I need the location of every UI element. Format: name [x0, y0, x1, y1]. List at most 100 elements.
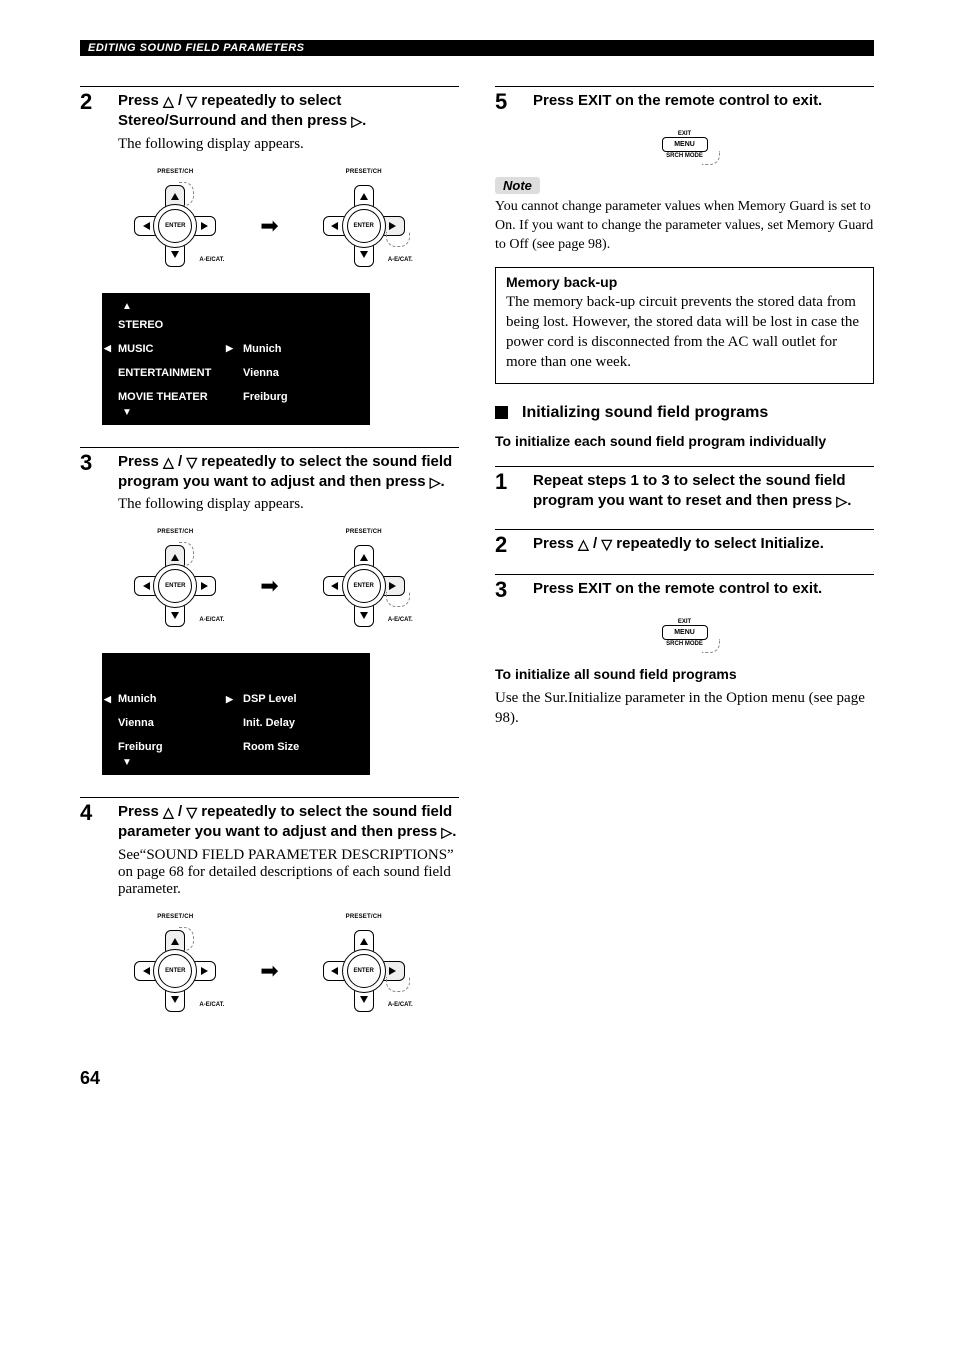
- note-text: You cannot change parameter values when …: [495, 198, 874, 255]
- left-column: 2 Press △ / ▽ repeatedly to select Stere…: [80, 86, 459, 1038]
- osd-item: STEREO: [118, 319, 163, 331]
- two-column-layout: 2 Press △ / ▽ repeatedly to select Stere…: [80, 86, 874, 1038]
- rule: [495, 466, 874, 467]
- up-triangle-icon: △: [163, 805, 174, 819]
- remote-br-label: A-E/CAT.: [388, 1002, 413, 1008]
- step-4-instruction: Press △ / ▽ repeatedly to select the sou…: [118, 802, 459, 843]
- osd-item: Room Size: [243, 741, 299, 753]
- remote-dpad-right-highlight: PRESET/CH ENTER A-E/CAT.: [309, 171, 419, 281]
- osd-item: Init. Delay: [243, 717, 295, 729]
- down-triangle-icon: ▽: [186, 94, 197, 108]
- rule: [495, 86, 874, 87]
- right-triangle-icon: ▷: [441, 825, 452, 839]
- rule: [495, 574, 874, 575]
- init-all-body: Use the Sur.Initialize parameter in the …: [495, 688, 874, 729]
- text: Press: [118, 803, 163, 820]
- up-triangle-icon: △: [578, 537, 589, 551]
- menu-button: MENU: [662, 625, 708, 640]
- osd-item: ENTERTAINMENT: [118, 367, 211, 379]
- osd-item-selected: MUSIC: [118, 343, 153, 355]
- right-triangle-icon: ▷: [351, 114, 362, 128]
- dpad-enter-button: ENTER: [342, 564, 386, 608]
- text: /: [589, 535, 602, 552]
- text: Repeat steps 1 to 3 to select the sound …: [533, 472, 846, 509]
- text: .: [847, 492, 851, 509]
- text: .: [362, 112, 366, 129]
- osd-item: Vienna: [243, 367, 279, 379]
- menu-button-srch-label: SRCH MODE: [662, 153, 708, 159]
- remote-top-label: PRESET/CH: [346, 914, 382, 920]
- memory-backup-body: The memory back-up circuit prevents the …: [506, 292, 863, 373]
- remote-top-label: PRESET/CH: [346, 169, 382, 175]
- manual-page: EDITING SOUND FIELD PARAMETERS 2 Press △…: [0, 0, 954, 1119]
- init-step-3: 3 Press EXIT on the remote control to ex…: [495, 579, 874, 601]
- remote-illustration-row: PRESET/CH ENTER A-E/CAT. ➡ PRESET/CH: [80, 916, 459, 1026]
- right-column: 5 Press EXIT on the remote control to ex…: [495, 86, 874, 1038]
- osd-screen-step3: ◀ Munich ▶ DSP Level Vienna Init. Delay …: [102, 653, 370, 775]
- remote-br-label: A-E/CAT.: [388, 617, 413, 623]
- init-step-3-instruction: Press EXIT on the remote control to exit…: [533, 579, 874, 599]
- arrow-right-icon: ➡: [260, 958, 278, 984]
- init-step-2-instruction: Press △ / ▽ repeatedly to select Initial…: [533, 534, 874, 554]
- remote-br-label: A-E/CAT.: [199, 617, 224, 623]
- text: Press: [118, 453, 163, 470]
- init-step-1: 1 Repeat steps 1 to 3 to select the soun…: [495, 471, 874, 512]
- step-3: 3 Press △ / ▽ repeatedly to select the s…: [80, 452, 459, 514]
- step-number: 3: [495, 579, 517, 601]
- step-number: 5: [495, 91, 517, 113]
- step-number: 1: [495, 471, 517, 512]
- osd-item: Freiburg: [118, 741, 163, 753]
- menu-button-illustration: EXIT MENU SRCH MODE: [495, 131, 874, 159]
- text: repeatedly to select Initialize.: [612, 535, 824, 552]
- arrow-right-icon: ➡: [260, 573, 278, 599]
- down-triangle-icon: ▽: [601, 537, 612, 551]
- text: .: [452, 823, 456, 840]
- text: .: [441, 473, 445, 490]
- remote-top-label: PRESET/CH: [157, 914, 193, 920]
- remote-dpad-right-highlight: PRESET/CH ENTER A-E/CAT.: [309, 531, 419, 641]
- up-triangle-icon: △: [163, 94, 174, 108]
- osd-item: DSP Level: [243, 693, 297, 705]
- note-label: Note: [495, 177, 540, 194]
- osd-item: Munich: [243, 343, 282, 355]
- down-triangle-icon: ▽: [186, 805, 197, 819]
- remote-dpad-up-highlight: PRESET/CH ENTER A-E/CAT.: [120, 916, 230, 1026]
- menu-button: MENU: [662, 137, 708, 152]
- step-2: 2 Press △ / ▽ repeatedly to select Stere…: [80, 91, 459, 153]
- step-number: 3: [80, 452, 102, 514]
- dpad-enter-button: ENTER: [153, 204, 197, 248]
- step-number: 2: [495, 534, 517, 556]
- osd-screen-step2: ▲ STEREO ◀ MUSIC ▶ Munich ENTERTAINMENT …: [102, 293, 370, 425]
- subsection-heading: Initializing sound field programs: [495, 404, 874, 422]
- page-number: 64: [80, 1068, 874, 1089]
- dpad-enter-button: ENTER: [153, 949, 197, 993]
- initializing-heading: Initializing sound field programs: [522, 404, 768, 422]
- text: Press: [118, 92, 163, 109]
- remote-illustration-row: PRESET/CH ENTER A-E/CAT. ➡ PRESET/CH: [80, 531, 459, 641]
- rule: [80, 797, 459, 798]
- remote-top-label: PRESET/CH: [157, 529, 193, 535]
- osd-item: Vienna: [118, 717, 154, 729]
- menu-button-srch-label: SRCH MODE: [662, 641, 708, 647]
- square-bullet-icon: [495, 406, 508, 419]
- step-5-instruction: Press EXIT on the remote control to exit…: [533, 91, 874, 111]
- dpad-enter-button: ENTER: [153, 564, 197, 608]
- remote-br-label: A-E/CAT.: [199, 257, 224, 263]
- step-3-instruction: Press △ / ▽ repeatedly to select the sou…: [118, 452, 459, 493]
- remote-top-label: PRESET/CH: [157, 169, 193, 175]
- step-2-instruction: Press △ / ▽ repeatedly to select Stereo/…: [118, 91, 459, 132]
- remote-top-label: PRESET/CH: [346, 529, 382, 535]
- init-step-2: 2 Press △ / ▽ repeatedly to select Initi…: [495, 534, 874, 556]
- arrow-right-icon: ➡: [260, 213, 278, 239]
- rule: [495, 529, 874, 530]
- text: /: [174, 453, 187, 470]
- text: Press: [533, 535, 578, 552]
- step-5: 5 Press EXIT on the remote control to ex…: [495, 91, 874, 113]
- rule: [80, 86, 459, 87]
- dpad-enter-button: ENTER: [342, 204, 386, 248]
- initializing-subheading: To initialize each sound field program i…: [495, 432, 874, 450]
- text: /: [174, 92, 187, 109]
- right-triangle-icon: ▷: [430, 475, 441, 489]
- down-triangle-icon: ▽: [186, 455, 197, 469]
- remote-illustration-row: PRESET/CH ENTER A-E/CAT. ➡ PRESET/CH: [80, 171, 459, 281]
